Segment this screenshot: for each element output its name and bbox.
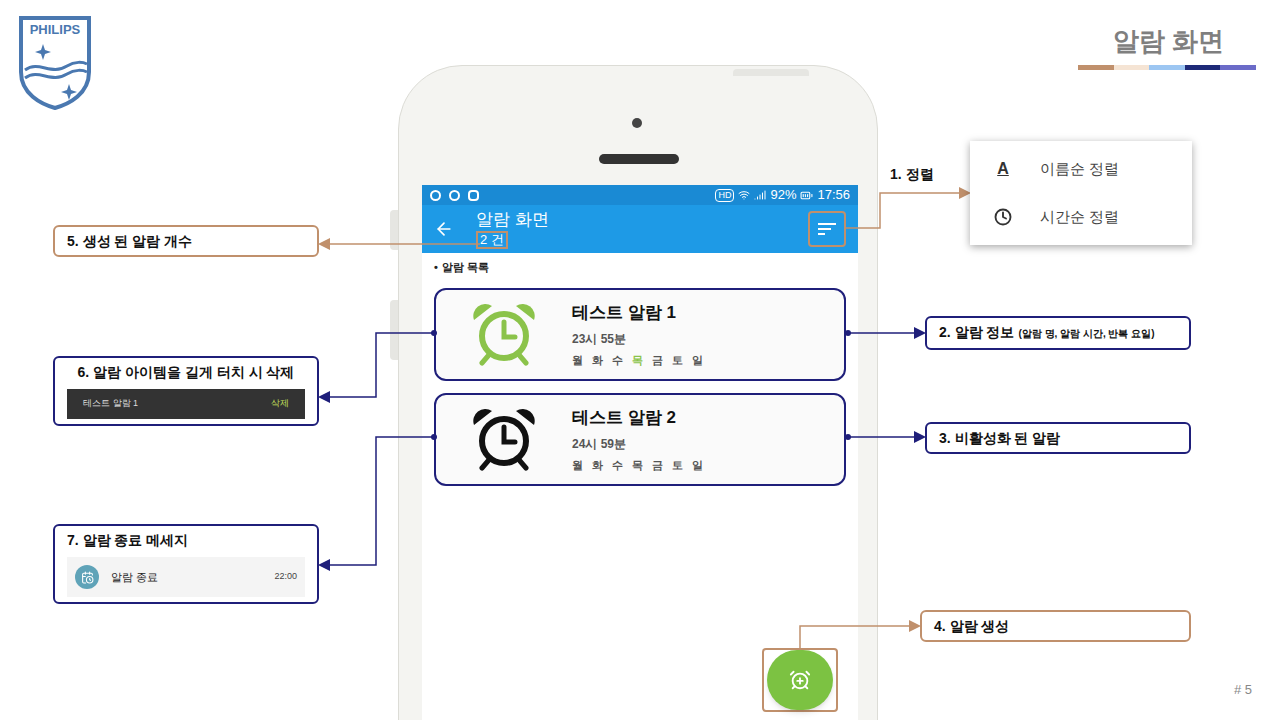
day-label: 일 <box>692 457 703 474</box>
battery-icon <box>800 189 813 202</box>
phone-speaker <box>599 154 679 164</box>
connector <box>800 626 918 648</box>
wifi-icon <box>738 189 750 201</box>
slide: PHILIPS알람 화면HD92%17:56알람 화면2 건•알람 목록테스트 … <box>0 0 1280 720</box>
title-color-bar <box>1078 65 1256 70</box>
sort-menu-item[interactable]: A 이름순 정렬 <box>970 145 1192 193</box>
annotation: 7. 알람 종료 메세지알람 종료 22:00 <box>53 524 319 604</box>
connector <box>321 244 480 245</box>
annotation-note: (알람 명, 알람 시간, 반복 요일) <box>1018 328 1154 339</box>
annotation-title: 3. 비활성화 된 알람 <box>939 430 1060 446</box>
alarm-count: 2 건 <box>476 231 508 249</box>
annotation: 6. 알람 아이템을 길게 터치 시 삭제테스트 알람 1 삭제 <box>53 356 319 426</box>
alarm-time: 24시 59분 <box>572 435 703 453</box>
alarm-list: •알람 목록테스트 알람 123시 55분월화수목금토일테스트 알람 224시 … <box>422 253 858 486</box>
annotation-title: 1. 정렬 <box>890 166 934 182</box>
delete-bar-item: 테스트 알람 1 <box>83 397 138 411</box>
philips-logo-icon: PHILIPS <box>17 14 93 110</box>
annotation-title: 5. 생성 된 알람 개수 <box>67 233 192 249</box>
alarm-item[interactable]: 테스트 알람 1 23시 55분월화수목금토일 <box>434 288 846 381</box>
sort-menu-label: 시간순 정렬 <box>1040 206 1119 229</box>
clock-icon <box>994 208 1012 226</box>
day-label: 화 <box>592 352 603 369</box>
day-label: 금 <box>652 352 663 369</box>
alarm-name: 테스트 알람 2 <box>572 405 703 431</box>
connector <box>846 193 968 228</box>
day-label: 금 <box>652 457 663 474</box>
section-label: •알람 목록 <box>434 259 846 276</box>
notification: 알람 종료 22:00 <box>67 557 305 597</box>
phone-screen: HD92%17:56알람 화면2 건•알람 목록테스트 알람 123시 55분월… <box>422 185 858 720</box>
alarm-time: 23시 55분 <box>572 330 703 348</box>
day-label: 토 <box>672 352 683 369</box>
phone-side-button <box>390 210 398 250</box>
back-arrow-icon[interactable] <box>434 219 454 239</box>
sort-menu: A 이름순 정렬시간순 정렬 <box>970 141 1192 245</box>
day-label: 토 <box>672 457 683 474</box>
notification-icon <box>75 565 99 589</box>
status-app-icon <box>449 190 460 201</box>
day-label: 수 <box>612 457 623 474</box>
alarm-days: 월화수목금토일 <box>572 352 703 369</box>
connector <box>321 330 437 397</box>
phone-side-button <box>390 300 398 360</box>
title-block: 알람 화면 <box>1076 22 1256 70</box>
sort-button[interactable] <box>808 211 846 247</box>
annotation-title: 4. 알람 생성 <box>934 618 1009 634</box>
notification-time: 22:00 <box>274 570 297 584</box>
phone-top-button <box>733 69 809 76</box>
day-label: 일 <box>692 352 703 369</box>
annotation-title: 7. 알람 종료 메세지 <box>67 532 188 548</box>
page-title: 알람 화면 <box>1113 22 1256 61</box>
status-app-icon <box>430 190 441 201</box>
connector <box>845 330 923 336</box>
sort-menu-label: 이름순 정렬 <box>1040 158 1119 181</box>
connector <box>845 434 923 440</box>
annotation: 4. 알람 생성 <box>920 610 1191 642</box>
status-app-icon <box>468 190 479 201</box>
sort-icon <box>816 221 838 237</box>
signal-icon <box>754 189 766 201</box>
alarm-days: 월화수목금토일 <box>572 457 703 474</box>
delete-action[interactable]: 삭제 <box>271 397 289 411</box>
status-time: 17:56 <box>817 185 850 205</box>
sort-menu-item[interactable]: 시간순 정렬 <box>970 193 1192 241</box>
day-label: 월 <box>572 457 583 474</box>
add-alarm-button[interactable] <box>767 650 833 710</box>
day-label: 수 <box>612 352 623 369</box>
header-title: 알람 화면 <box>476 209 808 231</box>
add-alarm-highlight <box>762 648 838 712</box>
day-label: 월 <box>572 352 583 369</box>
day-label: 화 <box>592 457 603 474</box>
alarm-clock-icon <box>468 302 540 366</box>
phone-camera <box>632 118 642 128</box>
delete-bar: 테스트 알람 1 삭제 <box>67 389 305 419</box>
alarm-clock-icon <box>468 407 540 471</box>
annotation-title: 2. 알람 정보 <box>939 324 1014 340</box>
hd-badge: HD <box>715 189 734 202</box>
page-number: # 5 <box>1234 680 1252 700</box>
day-label: 목 <box>632 457 643 474</box>
notification-title: 알람 종료 <box>111 569 262 586</box>
annotation: 1. 정렬 <box>890 165 970 183</box>
svg-text:PHILIPS: PHILIPS <box>30 22 81 37</box>
annotation-title: 6. 알람 아이템을 길게 터치 시 삭제 <box>77 364 294 380</box>
day-label: 목 <box>632 352 643 369</box>
alarm-item[interactable]: 테스트 알람 2 24시 59분월화수목금토일 <box>434 393 846 486</box>
battery-level: 92% <box>770 185 796 205</box>
name-sort-icon: A <box>994 157 1012 181</box>
alarm-plus-icon <box>789 669 811 691</box>
alarm-name: 테스트 알람 1 <box>572 300 703 326</box>
annotation: 3. 비활성화 된 알람 <box>925 422 1191 454</box>
connector <box>321 434 437 565</box>
status-bar: HD 92% 17:56 <box>422 185 858 205</box>
app-header: 알람 화면2 건 <box>422 205 858 253</box>
annotation: 5. 생성 된 알람 개수 <box>53 225 319 257</box>
annotation: 2. 알람 정보 (알람 명, 알람 시간, 반복 요일) <box>925 316 1191 350</box>
